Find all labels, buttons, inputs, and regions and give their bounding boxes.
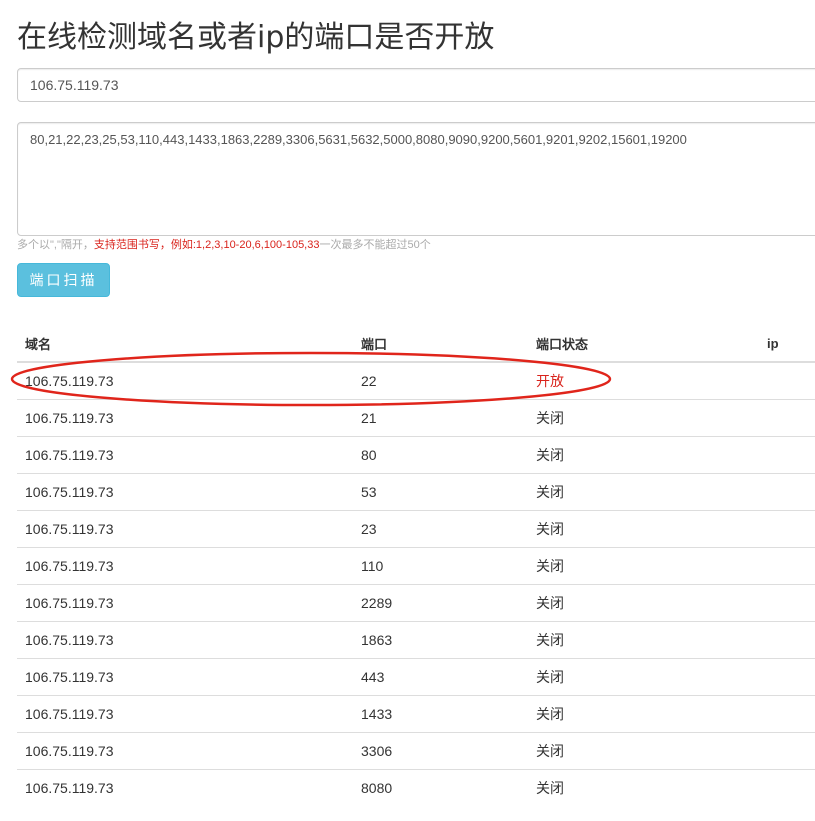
header-ip: ip <box>759 326 815 363</box>
cell-port: 2289 <box>353 583 528 621</box>
table-row: 106.75.119.73 3306 关闭 <box>17 731 815 769</box>
results-table: 域名 端口 端口状态 ip 106.75.119.73 22 开放 106.75.11… <box>17 326 815 806</box>
cell-ip <box>759 509 815 547</box>
cell-domain: 106.75.119.73 <box>17 435 353 473</box>
cell-domain: 106.75.119.73 <box>17 361 353 399</box>
cell-status: 关闭 <box>528 768 759 806</box>
cell-status: 关闭 <box>528 731 759 769</box>
table-row: 106.75.119.73 23 关闭 <box>17 509 815 547</box>
cell-port: 8080 <box>353 768 528 806</box>
cell-port: 1433 <box>353 694 528 732</box>
header-port: 端口 <box>353 326 528 363</box>
cell-domain: 106.75.119.73 <box>17 583 353 621</box>
cell-ip <box>759 657 815 695</box>
header-domain: 域名 <box>17 326 353 363</box>
cell-status: 关闭 <box>528 657 759 695</box>
cell-status: 关闭 <box>528 398 759 436</box>
cell-port: 53 <box>353 472 528 510</box>
cell-domain: 106.75.119.73 <box>17 620 353 658</box>
ports-hint: 多个以","隔开，支持范围书写，例如:1,2,3,10-20,6,100-105… <box>17 236 431 252</box>
cell-domain: 106.75.119.73 <box>17 694 353 732</box>
cell-ip <box>759 768 815 806</box>
cell-status: 关闭 <box>528 435 759 473</box>
cell-ip <box>759 583 815 621</box>
cell-port: 80 <box>353 435 528 473</box>
hint-range-example: 支持范围书写，例如:1,2,3,10-20,6,100-105,33 <box>93 239 320 251</box>
cell-domain: 106.75.119.73 <box>17 398 353 436</box>
cell-port: 3306 <box>353 731 528 769</box>
cell-port: 1863 <box>353 620 528 658</box>
cell-ip <box>759 398 815 436</box>
cell-port: 110 <box>353 546 528 584</box>
cell-domain: 106.75.119.73 <box>17 768 353 806</box>
table-row: 106.75.119.73 80 关闭 <box>17 435 815 473</box>
table-row: 106.75.119.73 22 开放 <box>17 361 815 399</box>
table-row: 106.75.119.73 8080 关闭 <box>17 768 815 806</box>
table-row: 106.75.119.73 21 关闭 <box>17 398 815 436</box>
table-row: 106.75.119.73 110 关闭 <box>17 546 815 584</box>
cell-ip <box>759 694 815 732</box>
table-header-row: 域名 端口 端口状态 ip <box>17 326 815 363</box>
cell-port: 22 <box>353 361 528 399</box>
table-row: 106.75.119.73 443 关闭 <box>17 657 815 695</box>
cell-domain: 106.75.119.73 <box>17 546 353 584</box>
cell-domain: 106.75.119.73 <box>17 657 353 695</box>
cell-status: 关闭 <box>528 694 759 732</box>
cell-ip <box>759 472 815 510</box>
table-row: 106.75.119.73 1863 关闭 <box>17 620 815 658</box>
cell-port: 21 <box>353 398 528 436</box>
host-input[interactable] <box>17 68 815 102</box>
cell-domain: 106.75.119.73 <box>17 509 353 547</box>
results-body: 106.75.119.73 22 开放 106.75.119.73 21 关闭 106.75… <box>17 361 815 806</box>
cell-domain: 106.75.119.73 <box>17 472 353 510</box>
cell-port: 23 <box>353 509 528 547</box>
cell-status: 关闭 <box>528 620 759 658</box>
cell-ip <box>759 435 815 473</box>
cell-port: 443 <box>353 657 528 695</box>
cell-status: 关闭 <box>528 583 759 621</box>
hint-prefix: 多个以","隔开， <box>17 239 94 251</box>
cell-ip <box>759 361 815 399</box>
cell-domain: 106.75.119.73 <box>17 731 353 769</box>
cell-status: 开放 <box>528 361 759 399</box>
ports-textarea[interactable]: 80,21,22,23,25,53,110,443,1433,1863,2289… <box>17 122 815 236</box>
header-status: 端口状态 <box>528 326 759 363</box>
hint-suffix: 一次最多不能超过50个 <box>319 239 431 251</box>
cell-status: 关闭 <box>528 472 759 510</box>
cell-status: 关闭 <box>528 546 759 584</box>
cell-ip <box>759 620 815 658</box>
table-row: 106.75.119.73 53 关闭 <box>17 472 815 510</box>
page-title: 在线检测域名或者ip的端口是否开放 <box>17 20 495 55</box>
port-scan-button[interactable]: 端口扫描 <box>17 263 110 297</box>
table-row: 106.75.119.73 1433 关闭 <box>17 694 815 732</box>
table-row: 106.75.119.73 2289 关闭 <box>17 583 815 621</box>
cell-ip <box>759 731 815 769</box>
cell-status: 关闭 <box>528 509 759 547</box>
cell-ip <box>759 546 815 584</box>
